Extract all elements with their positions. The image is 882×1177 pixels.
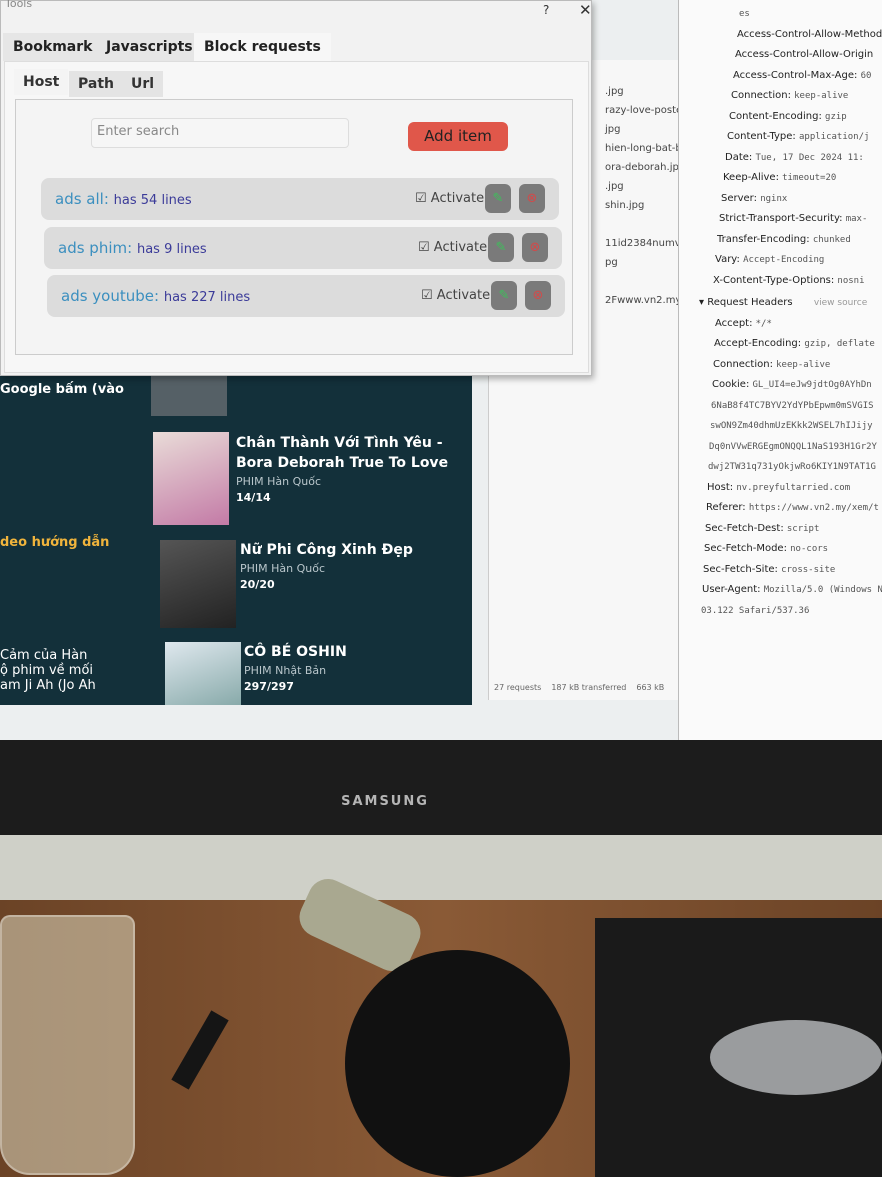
- header-row: Cookie: GL_UI4=eJw9jdtOg0AYhDn: [712, 379, 872, 390]
- tab-bookmark[interactable]: Bookmark: [3, 33, 103, 61]
- guide-link[interactable]: deo hướng dẫn: [0, 535, 109, 551]
- header-row: Content-Encoding: gzip: [729, 110, 847, 122]
- edit-icon[interactable]: ✎: [488, 233, 514, 262]
- view-source-link[interactable]: view source: [814, 298, 867, 308]
- network-status-bar: 27 requests 187 kB transferred 663 kB: [494, 683, 664, 692]
- movie-title[interactable]: Nữ Phi Công Xinh Đẹp: [240, 540, 465, 560]
- header-row: Access-Control-Max-Age: 60: [733, 69, 872, 81]
- add-item-button[interactable]: Add item: [408, 122, 508, 151]
- movie-item[interactable]: Chân Thành Với Tình Yêu - Bora Deborah T…: [236, 433, 461, 504]
- subtab-path[interactable]: Path: [69, 71, 123, 97]
- activate-checkbox[interactable]: ☑ Activate: [421, 288, 490, 303]
- header-row: Connection: keep-alive: [731, 90, 849, 101]
- delete-icon[interactable]: ⊗: [522, 233, 548, 262]
- movie-episodes: 297/297: [244, 680, 294, 693]
- item-name: ads youtube: has 227 lines: [61, 287, 251, 305]
- header-row: Dq0nVVwERGEgmONQQL1NaS193H1Gr2Y: [709, 441, 877, 452]
- microphone-windscreen: [345, 950, 570, 1177]
- monitor-bezel: [0, 740, 882, 835]
- request-count: 27 requests: [494, 683, 542, 692]
- block-list-item: ads phim: has 9 lines ☑ Activate ✎ ⊗: [44, 227, 562, 269]
- wall: [0, 835, 882, 905]
- tools-dialog: Tools ? ✕ Bookmark Javascripts Block req…: [0, 0, 592, 376]
- total-size: 663 kB: [636, 683, 665, 692]
- monitor-screen: Google bấm (vào deo hướng dẫn Cảm của Hà…: [0, 0, 882, 740]
- header-row: Vary: Accept-Encoding: [715, 254, 825, 265]
- movie-category: PHIM Nhật Bản: [244, 664, 327, 677]
- item-name: ads phim: has 9 lines: [58, 239, 207, 257]
- movie-poster[interactable]: [153, 432, 229, 525]
- block-list-item: ads youtube: has 227 lines ☑ Activate ✎ …: [47, 275, 565, 317]
- item-line-count: has 54 lines: [113, 193, 192, 208]
- header-row: Keep-Alive: timeout=20: [723, 172, 837, 183]
- delete-icon[interactable]: ⊗: [519, 184, 545, 213]
- header-row: Accept: */*: [715, 317, 772, 329]
- movie-site: Google bấm (vào deo hướng dẫn Cảm của Hà…: [0, 360, 472, 705]
- edit-icon[interactable]: ✎: [485, 184, 511, 213]
- movie-poster[interactable]: [165, 642, 241, 705]
- header-row: X-Content-Type-Options: nosni: [713, 274, 865, 286]
- header-row: Sec-Fetch-Dest: script: [705, 522, 820, 534]
- help-button[interactable]: ?: [543, 3, 549, 17]
- dialog-title: Tools: [5, 0, 33, 10]
- header-row: Access-Control-Allow-Methods: [737, 28, 882, 40]
- movie-episodes: 14/14: [236, 491, 271, 504]
- movie-item[interactable]: CÔ BÉ OSHIN PHIM Nhật Bản 297/297: [244, 642, 469, 693]
- item-line-count: has 9 lines: [136, 242, 207, 257]
- movie-title[interactable]: CÔ BÉ OSHIN: [244, 642, 469, 662]
- block-list-item: ads all: has 54 lines ☑ Activate ✎ ⊗: [41, 178, 559, 220]
- header-row: Server: nginx: [721, 192, 788, 204]
- header-row: Referer: https://www.vn2.my/xem/t: [706, 502, 879, 513]
- header-row: Date: Tue, 17 Dec 2024 11:: [725, 151, 864, 163]
- movie-poster[interactable]: [160, 540, 236, 628]
- side-text: am Ji Ah (Jo Ah: [0, 678, 96, 693]
- movie-category: PHIM Hàn Quốc: [240, 562, 326, 575]
- edit-icon[interactable]: ✎: [491, 281, 517, 310]
- header-row: Host: nv.preyfultarried.com: [707, 481, 851, 493]
- side-text: ộ phim về mối: [0, 663, 94, 678]
- samsung-logo: SAMSUNG: [341, 794, 429, 809]
- activate-checkbox[interactable]: ☑ Activate: [415, 191, 484, 206]
- tab-javascripts[interactable]: Javascripts: [96, 33, 203, 61]
- headers-panel: es Access-Control-Allow-Methods Access-Co…: [678, 0, 882, 740]
- header-row: Strict-Transport-Security: max-: [719, 213, 868, 224]
- subtab-url[interactable]: Url: [122, 71, 164, 97]
- header-row: dwj2TW31q731yOkjwRo6KIY1N9TAT1G: [708, 462, 876, 472]
- movie-item[interactable]: Nữ Phi Công Xinh Đẹp PHIM Hàn Quốc 20/20: [240, 540, 465, 591]
- activate-checkbox[interactable]: ☑ Activate: [418, 240, 487, 255]
- spoon: [710, 1020, 882, 1095]
- header-row: es: [739, 9, 750, 19]
- subtab-host[interactable]: Host: [14, 69, 69, 95]
- delete-icon[interactable]: ⊗: [525, 281, 551, 310]
- side-text: Cảm của Hàn: [0, 648, 88, 663]
- glass-cup: [0, 915, 135, 1175]
- header-row: 03.122 Safari/537.36: [701, 605, 810, 616]
- item-name: ads all: has 54 lines: [55, 190, 192, 208]
- search-input[interactable]: Enter search: [91, 118, 349, 148]
- movie-category: PHIM Hàn Quốc: [236, 475, 322, 488]
- header-row: Accept-Encoding: gzip, deflate: [714, 338, 875, 349]
- header-row: Connection: keep-alive: [713, 358, 831, 370]
- header-row: Sec-Fetch-Mode: no-cors: [704, 543, 829, 554]
- movie-episodes: 20/20: [240, 578, 275, 591]
- header-row: 6NaB8f4TC7BYV2YdYPbEpwm0mSVGIS: [711, 400, 874, 411]
- tab-block-requests[interactable]: Block requests: [194, 33, 331, 61]
- header-row: swON9Zm40dhmUzEKkk2WSEL7hIJijy: [710, 421, 873, 431]
- request-headers-toggle[interactable]: ▾ Request Headers view source: [699, 297, 882, 318]
- close-icon[interactable]: ✕: [579, 1, 592, 19]
- header-row: Transfer-Encoding: chunked: [717, 233, 851, 245]
- header-row: User-Agent: Mozilla/5.0 (Windows N: [702, 584, 882, 595]
- header-row: Access-Control-Allow-Origin: [735, 49, 874, 60]
- transferred-size: 187 kB transferred: [551, 683, 627, 692]
- item-line-count: has 227 lines: [163, 290, 251, 305]
- header-row: Content-Type: application/j: [727, 131, 870, 142]
- header-row: Sec-Fetch-Site: cross-site: [703, 563, 836, 575]
- movie-title[interactable]: Chân Thành Với Tình Yêu - Bora Deborah T…: [236, 433, 461, 473]
- side-text: Google bấm (vào: [0, 382, 124, 397]
